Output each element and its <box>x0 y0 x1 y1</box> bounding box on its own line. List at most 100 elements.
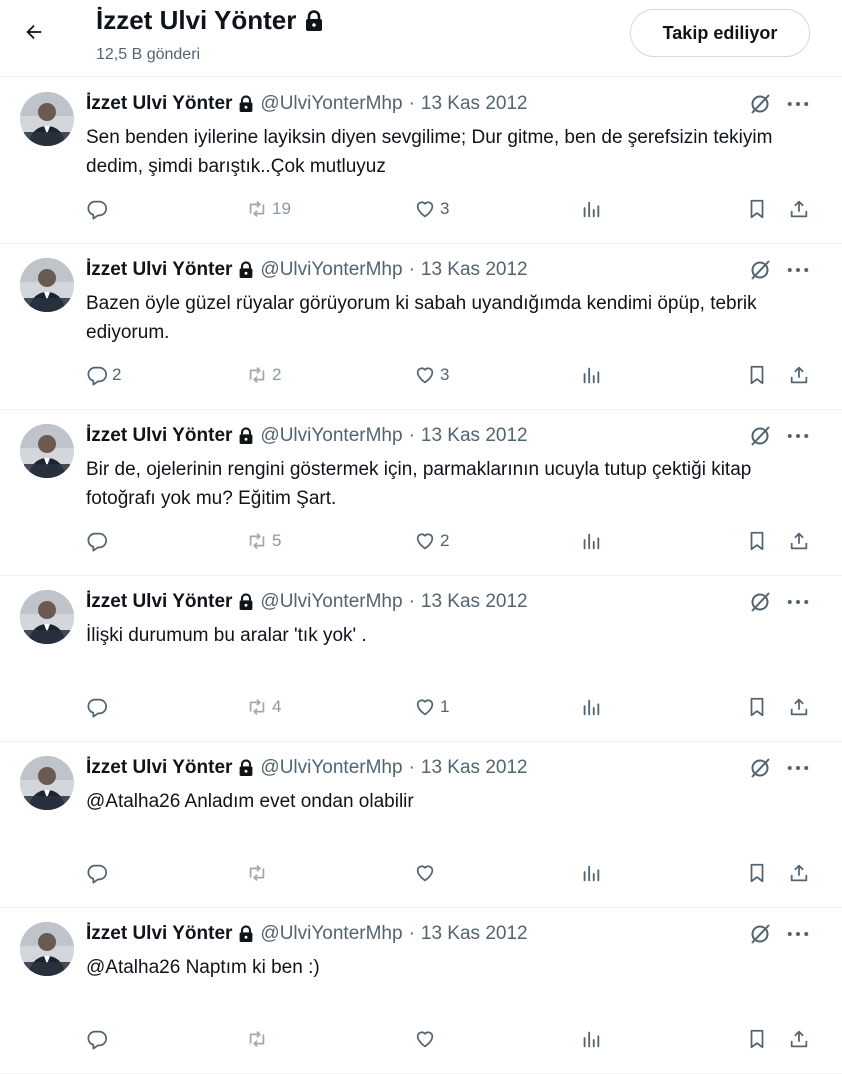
tweet-date[interactable]: 13 Kas 2012 <box>421 259 528 281</box>
reply-icon <box>87 366 108 386</box>
retweet-button[interactable]: 19 <box>246 196 291 222</box>
tweet-text: Sen benden iyilerine layiksin diyen sevg… <box>86 127 773 177</box>
views-button[interactable] <box>580 196 602 222</box>
like-button[interactable]: 2 <box>414 528 449 554</box>
grok-icon[interactable] <box>748 922 772 946</box>
author-handle[interactable]: @UlviYonterMhp <box>260 259 402 281</box>
tweet[interactable]: İzzet Ulvi Yönter @UlviYonterMhp · 13 Ka… <box>0 908 842 1074</box>
author-handle[interactable]: @UlviYonterMhp <box>260 591 402 613</box>
retweet-button[interactable]: 2 <box>246 362 281 388</box>
bookmark-button[interactable] <box>746 1026 768 1052</box>
author-name[interactable]: İzzet Ulvi Yönter <box>86 923 232 945</box>
share-icon <box>790 200 808 218</box>
grok-icon[interactable] <box>748 590 772 614</box>
retweet-button[interactable]: 5 <box>246 528 281 554</box>
tweet[interactable]: İzzet Ulvi Yönter @UlviYonterMhp · 13 Ka… <box>0 576 842 742</box>
avatar[interactable] <box>20 756 74 810</box>
grok-icon[interactable] <box>748 258 772 282</box>
share-icon <box>790 698 808 716</box>
bookmark-button[interactable] <box>746 196 768 222</box>
author-name[interactable]: İzzet Ulvi Yönter <box>86 93 232 115</box>
author-handle[interactable]: @UlviYonterMhp <box>260 93 402 115</box>
bookmark-button[interactable] <box>746 860 768 886</box>
reply-button[interactable] <box>86 694 112 720</box>
retweet-button[interactable] <box>246 860 272 886</box>
bookmark-button[interactable] <box>746 362 768 388</box>
more-icon[interactable] <box>784 92 812 116</box>
retweet-icon <box>249 865 265 881</box>
tweet-text: Bir de, ojelerinin rengini göstermek içi… <box>86 459 752 509</box>
separator-dot: · <box>408 93 415 114</box>
avatar[interactable] <box>20 258 74 312</box>
share-button[interactable] <box>788 1026 810 1052</box>
like-button[interactable] <box>414 1026 440 1052</box>
tweet-date[interactable]: 13 Kas 2012 <box>421 923 528 945</box>
reply-icon <box>87 532 108 552</box>
author-handle[interactable]: @UlviYonterMhp <box>260 923 402 945</box>
reply-button[interactable]: 2 <box>86 362 121 388</box>
following-button[interactable]: Takip ediliyor <box>630 9 810 57</box>
tweet[interactable]: İzzet Ulvi Yönter @UlviYonterMhp · 13 Ka… <box>0 410 842 576</box>
reply-button[interactable] <box>86 196 112 222</box>
heart-icon <box>416 201 434 218</box>
grok-icon[interactable] <box>748 756 772 780</box>
views-button[interactable] <box>580 1026 602 1052</box>
share-button[interactable] <box>788 860 810 886</box>
tweet-date[interactable]: 13 Kas 2012 <box>421 591 528 613</box>
views-button[interactable] <box>580 860 602 886</box>
lock-icon <box>240 261 253 278</box>
tweet-header: İzzet Ulvi Yönter @UlviYonterMhp · 13 Ka… <box>86 591 528 613</box>
bookmark-icon <box>750 863 764 883</box>
like-button[interactable] <box>414 860 440 886</box>
post-count: 12,5 B gönderi <box>96 46 201 63</box>
grok-icon[interactable] <box>748 424 772 448</box>
like-button[interactable]: 3 <box>414 362 449 388</box>
author-name[interactable]: İzzet Ulvi Yönter <box>86 259 232 281</box>
tweet[interactable]: İzzet Ulvi Yönter @UlviYonterMhp · 13 Ka… <box>0 244 842 410</box>
more-icon[interactable] <box>784 258 812 282</box>
grok-icon[interactable] <box>748 92 772 116</box>
profile-name: İzzet Ulvi Yönter <box>96 5 297 35</box>
reply-button[interactable] <box>86 860 112 886</box>
views-icon <box>583 201 600 218</box>
back-button[interactable] <box>14 14 54 54</box>
views-button[interactable] <box>580 362 602 388</box>
author-name[interactable]: İzzet Ulvi Yönter <box>86 757 232 779</box>
views-button[interactable] <box>580 528 602 554</box>
views-button[interactable] <box>580 694 602 720</box>
share-button[interactable] <box>788 362 810 388</box>
bookmark-button[interactable] <box>746 694 768 720</box>
author-handle[interactable]: @UlviYonterMhp <box>260 757 402 779</box>
retweet-button[interactable] <box>246 1026 272 1052</box>
avatar[interactable] <box>20 92 74 146</box>
reply-button[interactable] <box>86 528 112 554</box>
avatar[interactable] <box>20 590 74 644</box>
avatar[interactable] <box>20 922 74 976</box>
tweet-date[interactable]: 13 Kas 2012 <box>421 425 528 447</box>
tweet[interactable]: İzzet Ulvi Yönter @UlviYonterMhp · 13 Ka… <box>0 742 842 908</box>
tweet-date[interactable]: 13 Kas 2012 <box>421 93 528 115</box>
reply-button[interactable] <box>86 1026 112 1052</box>
share-button[interactable] <box>788 694 810 720</box>
author-name[interactable]: İzzet Ulvi Yönter <box>86 425 232 447</box>
retweet-icon <box>249 367 265 383</box>
tweet[interactable]: İzzet Ulvi Yönter @UlviYonterMhp · 13 Ka… <box>0 78 842 244</box>
author-name[interactable]: İzzet Ulvi Yönter <box>86 591 232 613</box>
retweet-button[interactable]: 4 <box>246 694 281 720</box>
share-icon <box>790 1030 808 1048</box>
like-button[interactable]: 3 <box>414 196 449 222</box>
separator-dot: · <box>408 757 415 778</box>
more-icon[interactable] <box>784 756 812 780</box>
more-icon[interactable] <box>784 922 812 946</box>
bookmark-icon <box>750 365 764 385</box>
share-button[interactable] <box>788 196 810 222</box>
share-button[interactable] <box>788 528 810 554</box>
like-button[interactable]: 1 <box>414 694 449 720</box>
author-handle[interactable]: @UlviYonterMhp <box>260 425 402 447</box>
tweet-date[interactable]: 13 Kas 2012 <box>421 757 528 779</box>
more-icon[interactable] <box>784 590 812 614</box>
bookmark-button[interactable] <box>746 528 768 554</box>
more-icon[interactable] <box>784 424 812 448</box>
tweet-text: Bazen öyle güzel rüyalar görüyorum ki sa… <box>86 293 757 343</box>
avatar[interactable] <box>20 424 74 478</box>
